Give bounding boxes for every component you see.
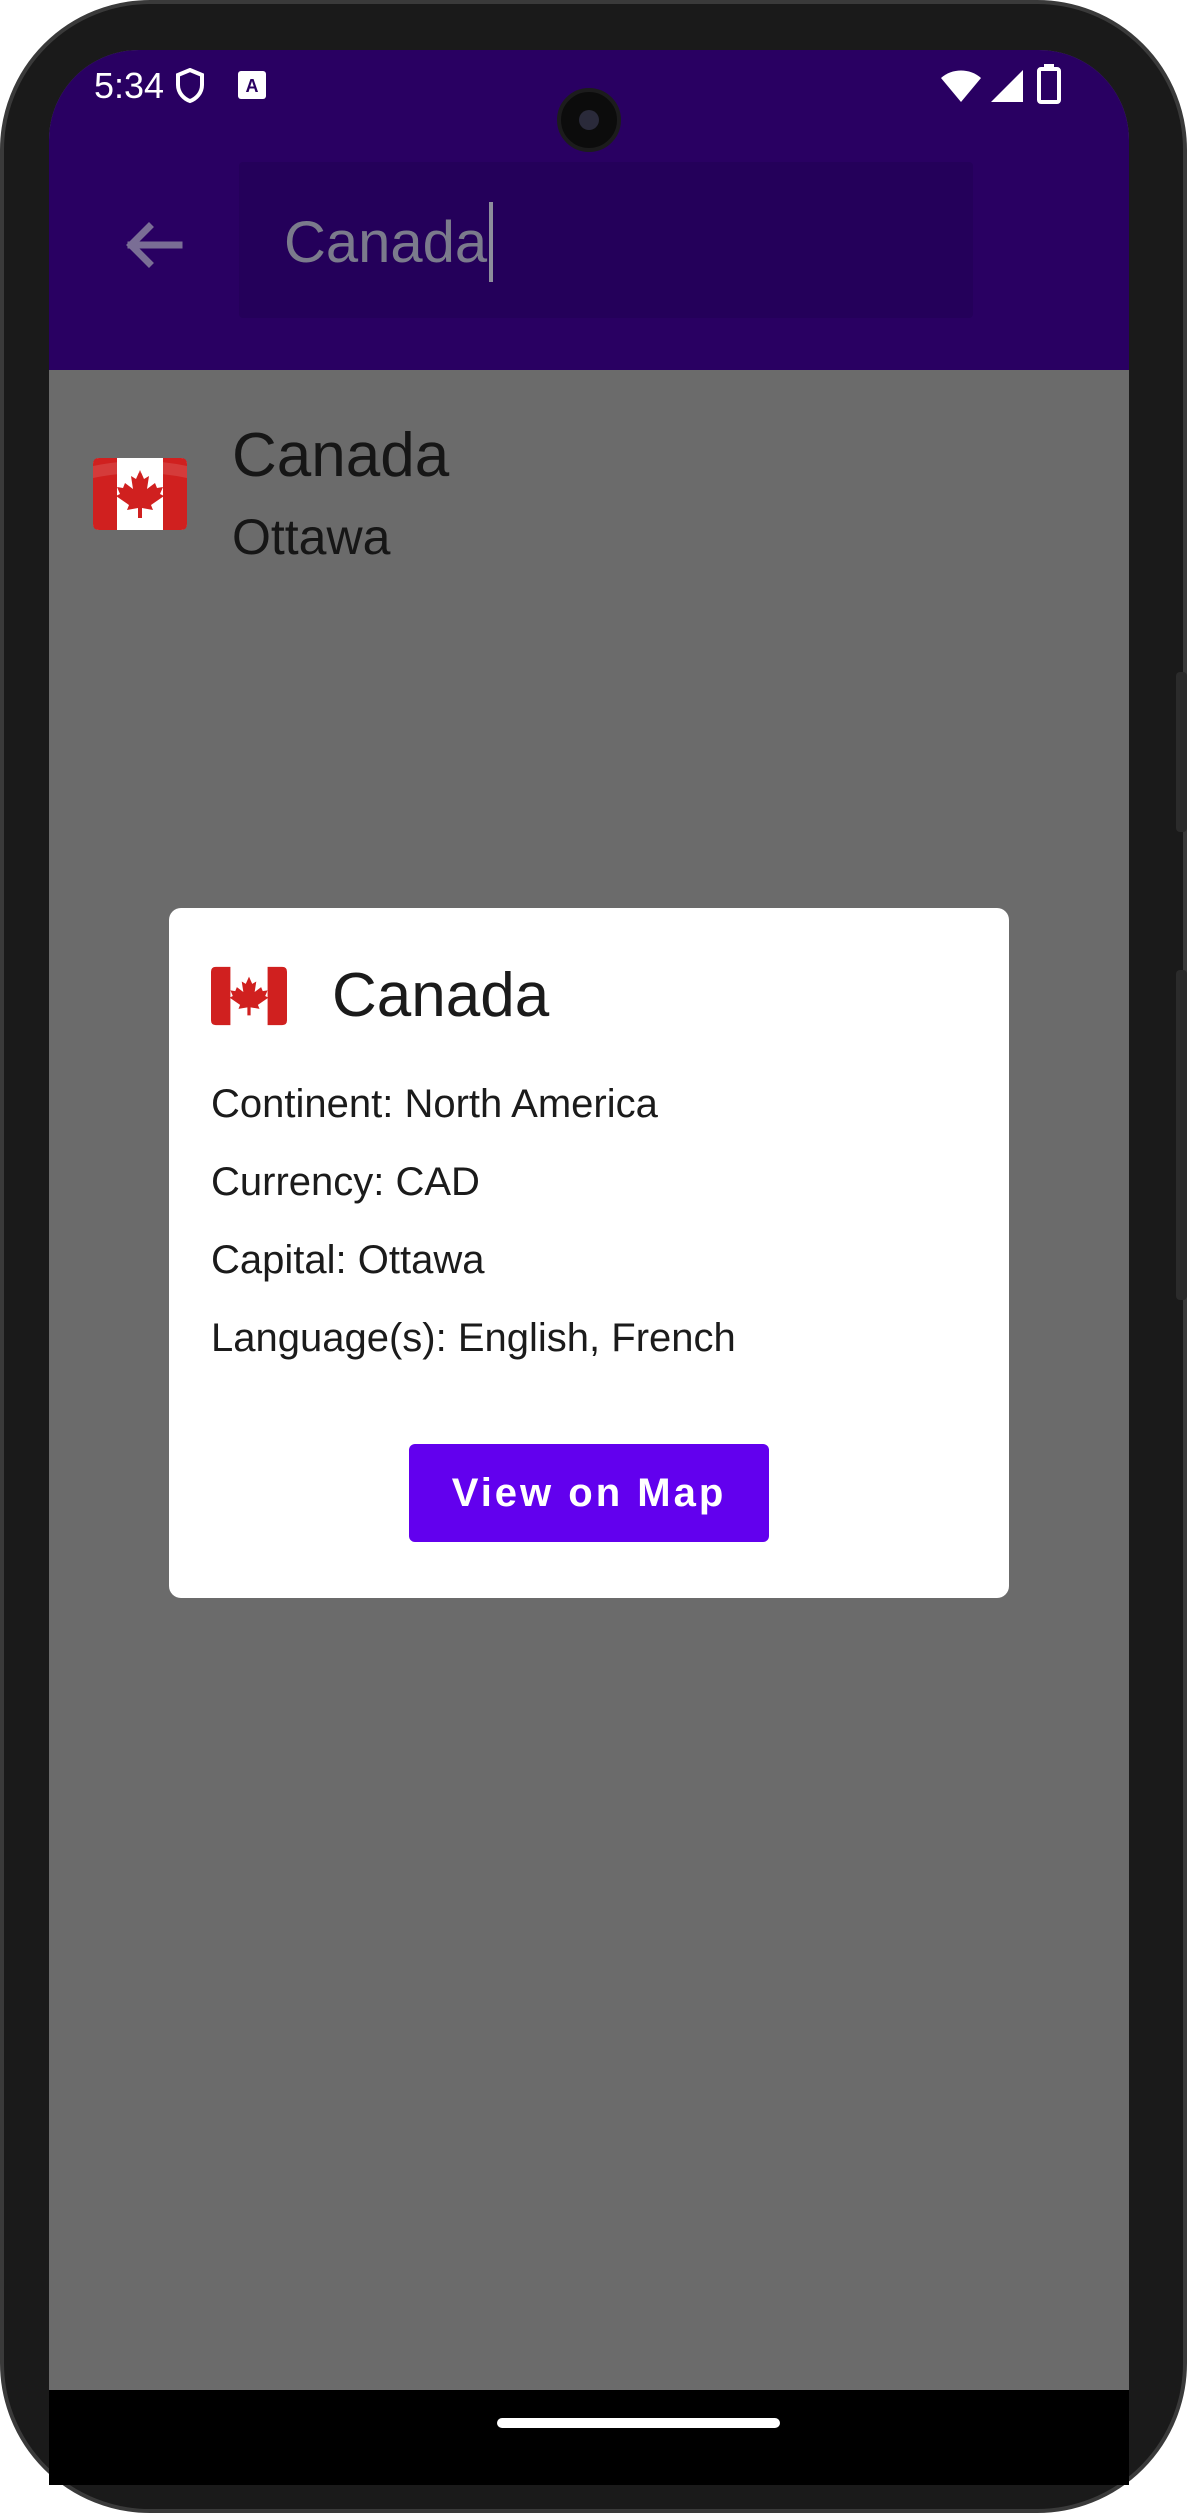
capital-text: Capital: Ottawa xyxy=(211,1238,485,1282)
languages-text: Language(s): English, French xyxy=(211,1316,736,1360)
dialog-title: Canada xyxy=(332,961,550,1030)
cellular-signal-icon xyxy=(989,68,1025,109)
screen: 5:34 A Canada Canada Ottawa Canada Conti… xyxy=(49,50,1129,2390)
keyboard-a-icon: A xyxy=(237,70,267,105)
side-button-power xyxy=(1176,970,1187,1300)
country-name: Canada xyxy=(232,421,450,490)
home-gesture-handle[interactable] xyxy=(497,2418,780,2428)
search-value: Canada xyxy=(284,209,488,275)
battery-icon xyxy=(1037,64,1061,109)
continent-text: Continent: North America xyxy=(211,1082,658,1126)
search-input[interactable]: Canada xyxy=(239,162,973,318)
text-caret xyxy=(489,202,494,282)
country-details-dialog: Canada Continent: North America Currency… xyxy=(169,908,1009,1598)
arrow-back-icon xyxy=(126,222,183,268)
navigation-bar xyxy=(49,2390,1129,2485)
app-bar: 5:34 A Canada xyxy=(49,50,1129,370)
canada-flag-icon xyxy=(93,458,187,535)
status-time: 5:34 xyxy=(94,65,165,106)
svg-text:A: A xyxy=(246,76,259,96)
view-on-map-button[interactable]: View on Map xyxy=(409,1444,769,1542)
side-button-volume xyxy=(1176,672,1187,832)
canada-flag-icon xyxy=(211,966,287,1031)
currency-text: Currency: CAD xyxy=(211,1160,480,1204)
search-text: Canada xyxy=(284,202,494,282)
shield-icon xyxy=(175,67,205,109)
country-capital: Ottawa xyxy=(232,509,391,565)
wifi-icon xyxy=(939,68,983,109)
back-button[interactable] xyxy=(109,200,199,290)
list-item[interactable]: Canada Ottawa xyxy=(49,370,1129,570)
front-camera xyxy=(557,88,621,152)
